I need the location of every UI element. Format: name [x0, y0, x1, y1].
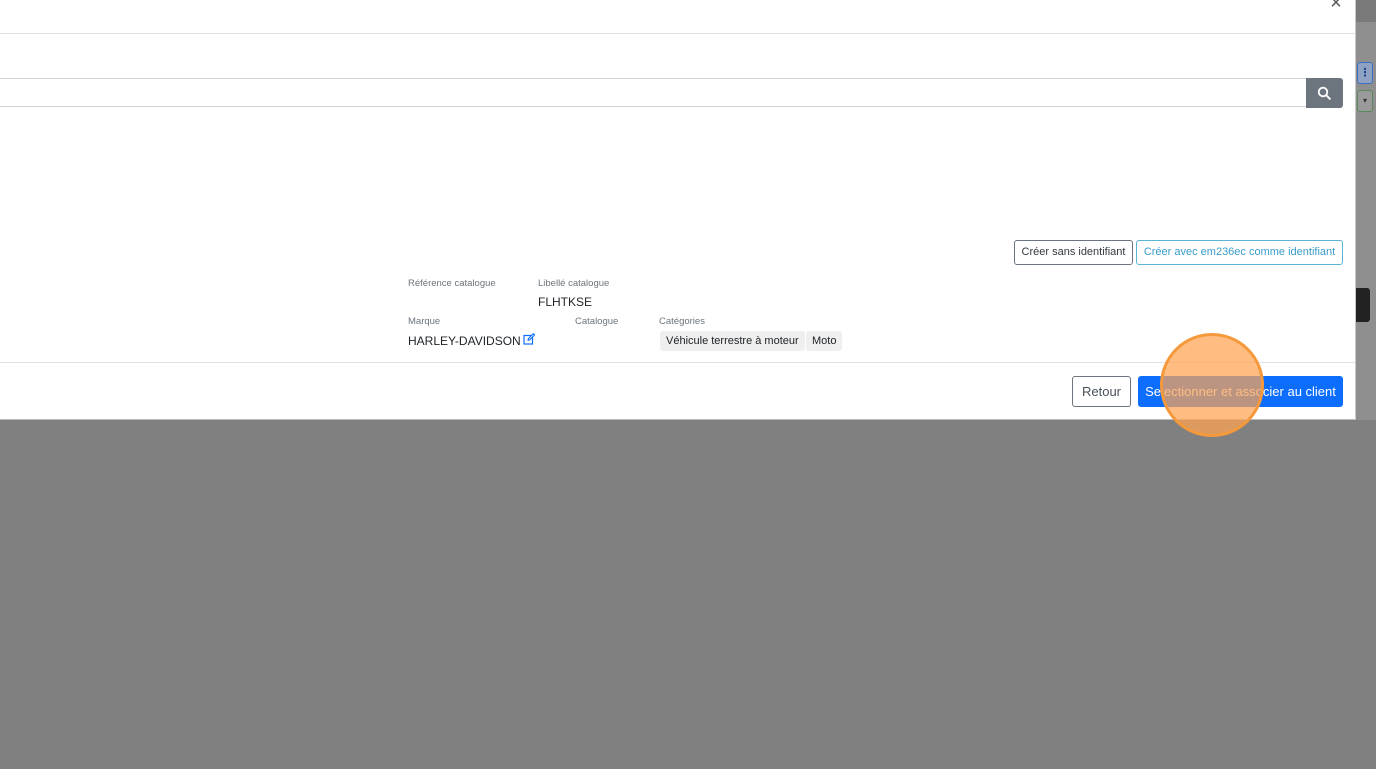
category-badge: Véhicule terrestre à moteur — [660, 331, 805, 351]
search-icon — [1317, 86, 1331, 100]
back-button[interactable]: Retour — [1072, 376, 1131, 407]
category-badge: Moto — [806, 331, 843, 351]
catalogue-field-label: Catalogue — [575, 316, 619, 327]
background-select: ▾ — [1357, 90, 1373, 112]
search-button[interactable] — [1306, 78, 1343, 108]
catalogue-reference-label: Référence catalogue — [408, 278, 496, 289]
brand-label: Marque — [408, 316, 441, 327]
categories-label: Catégories — [659, 316, 705, 327]
select-and-associate-button[interactable]: Selectionner et associer au client — [1138, 376, 1343, 407]
close-icon[interactable]: × — [1326, 0, 1346, 15]
chevron-down-icon: ▾ — [1362, 96, 1367, 105]
create-without-id-button[interactable]: Créer sans identifiant — [1014, 240, 1133, 265]
search-input[interactable] — [0, 78, 1306, 107]
modal-footer-divider — [0, 362, 1355, 363]
catalogue-label-label: Libellé catalogue — [538, 278, 610, 289]
create-with-id-button[interactable]: Créer avec em236ec comme identifiant — [1136, 240, 1343, 265]
background-header — [1356, 0, 1376, 22]
brand-value: HARLEY-DAVIDSON — [408, 334, 521, 348]
kebab-vertical-icon: ⋮ — [1357, 62, 1373, 84]
edit-icon[interactable] — [523, 333, 535, 345]
background-dark-panel — [1356, 288, 1370, 322]
modal-header: × — [0, 0, 1355, 34]
product-search-modal: × Créer sans identifiant Créer avec em23… — [0, 0, 1356, 420]
catalogue-label-value: FLHTKSE — [538, 295, 593, 309]
